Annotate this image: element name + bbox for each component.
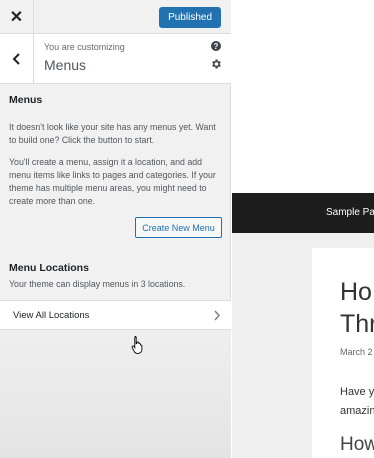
menu-locations-description: Your theme can display menus in 3 locati… xyxy=(9,279,186,289)
view-all-locations-label: View All Locations xyxy=(13,310,90,321)
menu-instructions-text: You'll create a menu, assign it a locati… xyxy=(9,157,216,206)
menu-locations-heading: Menu Locations xyxy=(9,262,89,274)
no-menus-text: It doesn't look like your site has any m… xyxy=(9,122,216,145)
customizing-label: You are customizing xyxy=(44,42,125,52)
preview-post-title-line2[interactable]: Thr xyxy=(340,308,374,340)
preview-excerpt-line1: Have y xyxy=(340,386,374,398)
section-title: Menus xyxy=(44,57,87,73)
preview-post-heading: How xyxy=(340,434,374,455)
customizer-sidebar: ✕ Published You are customizing Menus ? … xyxy=(0,0,231,458)
hand-cursor-icon xyxy=(131,336,143,354)
back-arrow-icon xyxy=(12,53,20,65)
help-icon[interactable]: ? xyxy=(211,41,221,51)
menus-heading: Menus xyxy=(9,94,43,106)
preview-post-date: March 2 xyxy=(340,347,373,357)
published-button[interactable]: Published xyxy=(159,7,221,28)
create-new-menu-button[interactable]: Create New Menu xyxy=(135,217,222,238)
preview-post-title-line1[interactable]: Ho xyxy=(340,276,372,308)
chevron-right-icon xyxy=(214,310,220,321)
section-header: You are customizing Menus ? xyxy=(0,34,231,84)
close-button[interactable]: ✕ xyxy=(0,0,34,34)
close-icon: ✕ xyxy=(9,9,24,26)
preview-post-content: Ho Thr March 2 Have y amazin How xyxy=(312,248,374,458)
back-button[interactable] xyxy=(0,34,34,84)
view-all-locations-item[interactable]: View All Locations xyxy=(0,300,231,330)
preview-navigation-bar: Sample Pa xyxy=(232,193,374,233)
gear-icon[interactable] xyxy=(210,58,222,70)
preview-nav-link[interactable]: Sample Pa xyxy=(326,207,374,218)
site-preview: Sample Pa Ho Thr March 2 Have y amazin H… xyxy=(232,0,374,458)
customizer-topbar: ✕ Published xyxy=(0,0,231,34)
preview-excerpt-line2: amazin xyxy=(340,405,374,417)
